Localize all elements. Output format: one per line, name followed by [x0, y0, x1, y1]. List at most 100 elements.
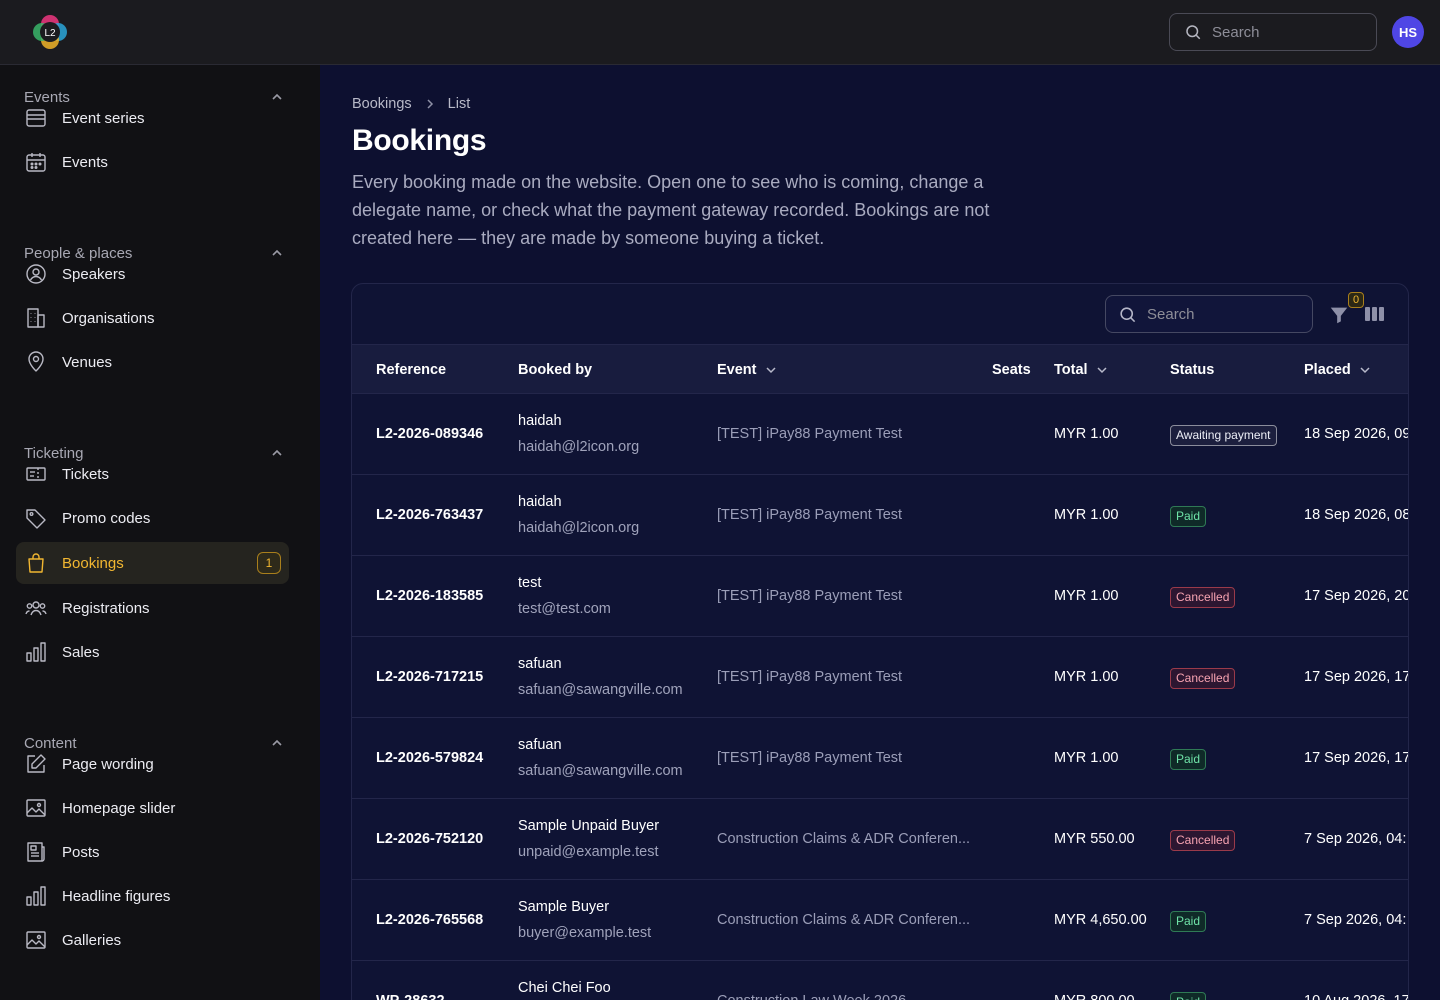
sidebar-item-label: Homepage slider	[62, 799, 176, 817]
booking-reference[interactable]: WP-28632	[376, 993, 445, 1000]
booking-total: MYR 1.00	[1054, 750, 1119, 766]
booking-reference[interactable]: L2-2026-579824	[376, 750, 483, 766]
sidebar-item-venues[interactable]: Venues	[16, 341, 289, 383]
booking-reference[interactable]: L2-2026-752120	[376, 831, 483, 847]
sidebar-item-label: Promo codes	[62, 509, 151, 527]
logo[interactable]: L2	[30, 12, 70, 52]
event-name: Construction Law Week 2026	[717, 993, 906, 1000]
booker-name: Sample Buyer	[518, 899, 610, 915]
global-search[interactable]	[1169, 13, 1377, 51]
booker-name: safuan	[518, 656, 562, 672]
booking-total: MYR 800.00	[1054, 993, 1135, 1000]
table-row[interactable]: L2-2026-717215 safuan safuan@sawangville.c…	[352, 637, 1409, 718]
booking-total: MYR 1.00	[1054, 507, 1119, 523]
sidebar-item-promo-codes[interactable]: Promo codes	[16, 497, 289, 539]
column-header-label: Total	[1054, 362, 1088, 378]
sidebar-item-label: Galleries	[62, 931, 122, 949]
sidebar-item-event-series[interactable]: Event series	[16, 97, 289, 139]
sidebar-item-bookings[interactable]: Bookings 1	[16, 542, 289, 584]
placed-date: 10 Aug 2026, 17	[1304, 993, 1408, 1000]
status-badge: Cancelled	[1170, 668, 1236, 689]
status-cell: Cancelled	[1170, 587, 1236, 608]
logo-text: L2	[44, 28, 56, 39]
status-cell: Paid	[1170, 749, 1207, 770]
column-header-label: Event	[717, 362, 757, 378]
global-search-input[interactable]	[1212, 23, 1352, 41]
event-name: [TEST] iPay88 Payment Test	[717, 507, 903, 523]
column-header-label: Status	[1170, 362, 1215, 378]
breadcrumb-list: List	[447, 96, 471, 112]
sidebar-item-label: Tickets	[62, 465, 109, 483]
placed-date: 18 Sep 2026, 08	[1304, 507, 1409, 523]
booking-total: MYR 550.00	[1054, 831, 1135, 847]
column-header-status: Status	[1170, 345, 1214, 395]
sidebar-item-organisations[interactable]: Organisations	[16, 297, 289, 339]
table-search[interactable]	[1105, 295, 1313, 333]
booking-reference[interactable]: L2-2026-765568	[376, 912, 483, 928]
column-header-event[interactable]: Event	[717, 345, 777, 395]
user-avatar[interactable]: HS	[1392, 16, 1424, 48]
table-row[interactable]: L2-2026-765568 Sample Buyer buyer@example.…	[352, 880, 1408, 961]
status-badge: Awaiting payment	[1170, 425, 1277, 446]
booking-reference[interactable]: L2-2026-763437	[376, 507, 483, 523]
edit-icon	[27, 754, 46, 773]
sidebar-item-label: Sales	[62, 643, 100, 661]
shopping-bag-icon	[28, 553, 44, 573]
columns-icon[interactable]	[1365, 306, 1384, 322]
sidebar-item-events[interactable]: Events	[16, 141, 289, 183]
booker-name: Chei Chei Foo	[518, 980, 611, 996]
sidebar-item-label: Venues	[62, 353, 113, 371]
table-row[interactable]: L2-2026-763437 haidah haidah@l2icon.org [TE…	[352, 475, 1409, 556]
booker-email: safuan@sawangville.com	[518, 682, 683, 698]
column-header-total[interactable]: Total	[1054, 345, 1108, 395]
event-name: [TEST] iPay88 Payment Test	[717, 750, 903, 766]
sidebar-item-page-wording[interactable]: Page wording	[16, 743, 289, 785]
table-search-input[interactable]	[1147, 305, 1287, 323]
sidebar-item-sales[interactable]: Sales	[16, 631, 289, 673]
placed-date: 17 Sep 2026, 17:	[1304, 669, 1409, 685]
table-row[interactable]: WP-28632 Chei Chei Foo Construction Law We…	[352, 961, 1408, 1000]
booker-name: haidah	[518, 494, 562, 510]
booking-total: MYR 4,650.00	[1054, 912, 1147, 928]
booker-name: test	[518, 575, 542, 591]
placed-date: 7 Sep 2026, 04:	[1304, 912, 1407, 928]
sidebar-item-tickets[interactable]: Tickets	[16, 453, 289, 495]
column-header-reference: Reference	[376, 345, 446, 395]
table-row[interactable]: L2-2026-579824 safuan safuan@sawangville.c…	[352, 718, 1408, 799]
column-header-label: Booked by	[518, 362, 593, 378]
placed-date: 17 Sep 2026, 20	[1304, 588, 1409, 604]
sidebar-item-registrations[interactable]: Registrations	[16, 587, 289, 629]
users-icon	[25, 601, 47, 616]
sidebar-item-homepage-slider[interactable]: Homepage slider	[16, 787, 289, 829]
building-icon	[27, 308, 45, 328]
event-name: Construction Claims & ADR Conferen...	[717, 912, 971, 928]
image-icon	[26, 931, 46, 949]
sidebar-item-label: Page wording	[62, 755, 154, 773]
table-row[interactable]: L2-2026-089346 haidah haidah@l2icon.org [TE…	[352, 394, 1408, 475]
booking-reference[interactable]: L2-2026-089346	[376, 426, 483, 442]
table-row[interactable]: L2-2026-183585 test test@test.com [TEST] iP…	[352, 556, 1409, 637]
table-row[interactable]: L2-2026-752120 Sample Unpaid Buyer unpaid@…	[352, 799, 1408, 880]
ticket-icon	[26, 467, 46, 481]
booking-reference[interactable]: L2-2026-717215	[376, 669, 483, 685]
page-title: Bookings	[352, 124, 487, 157]
sidebar-item-label: Posts	[62, 843, 100, 861]
booker-email: test@test.com	[518, 601, 611, 617]
booker-name: Sample Unpaid Buyer	[518, 818, 660, 834]
sidebar-item-speakers[interactable]: Speakers	[16, 253, 289, 295]
sidebar-item-posts[interactable]: Posts	[16, 831, 289, 873]
top-bar: L2 HS	[0, 0, 1440, 65]
sidebar-item-galleries[interactable]: Galleries	[16, 919, 289, 961]
booking-total: MYR 1.00	[1054, 669, 1119, 685]
table-header: Reference Booked by Event Seats Total Status P…	[352, 344, 1408, 395]
booker-name: safuan	[518, 737, 562, 753]
event-name: [TEST] iPay88 Payment Test	[717, 588, 903, 604]
filter-count-badge: 0	[1348, 292, 1364, 308]
filter-icon[interactable]	[1328, 304, 1350, 326]
column-header-placed[interactable]: Placed	[1304, 345, 1371, 395]
breadcrumb: Bookings List	[352, 96, 470, 112]
sidebar-item-headline-figures[interactable]: Headline figures	[16, 875, 289, 917]
column-header-label: Reference	[376, 362, 447, 378]
breadcrumb-bookings[interactable]: Bookings	[352, 96, 412, 112]
booking-reference[interactable]: L2-2026-183585	[376, 588, 483, 604]
